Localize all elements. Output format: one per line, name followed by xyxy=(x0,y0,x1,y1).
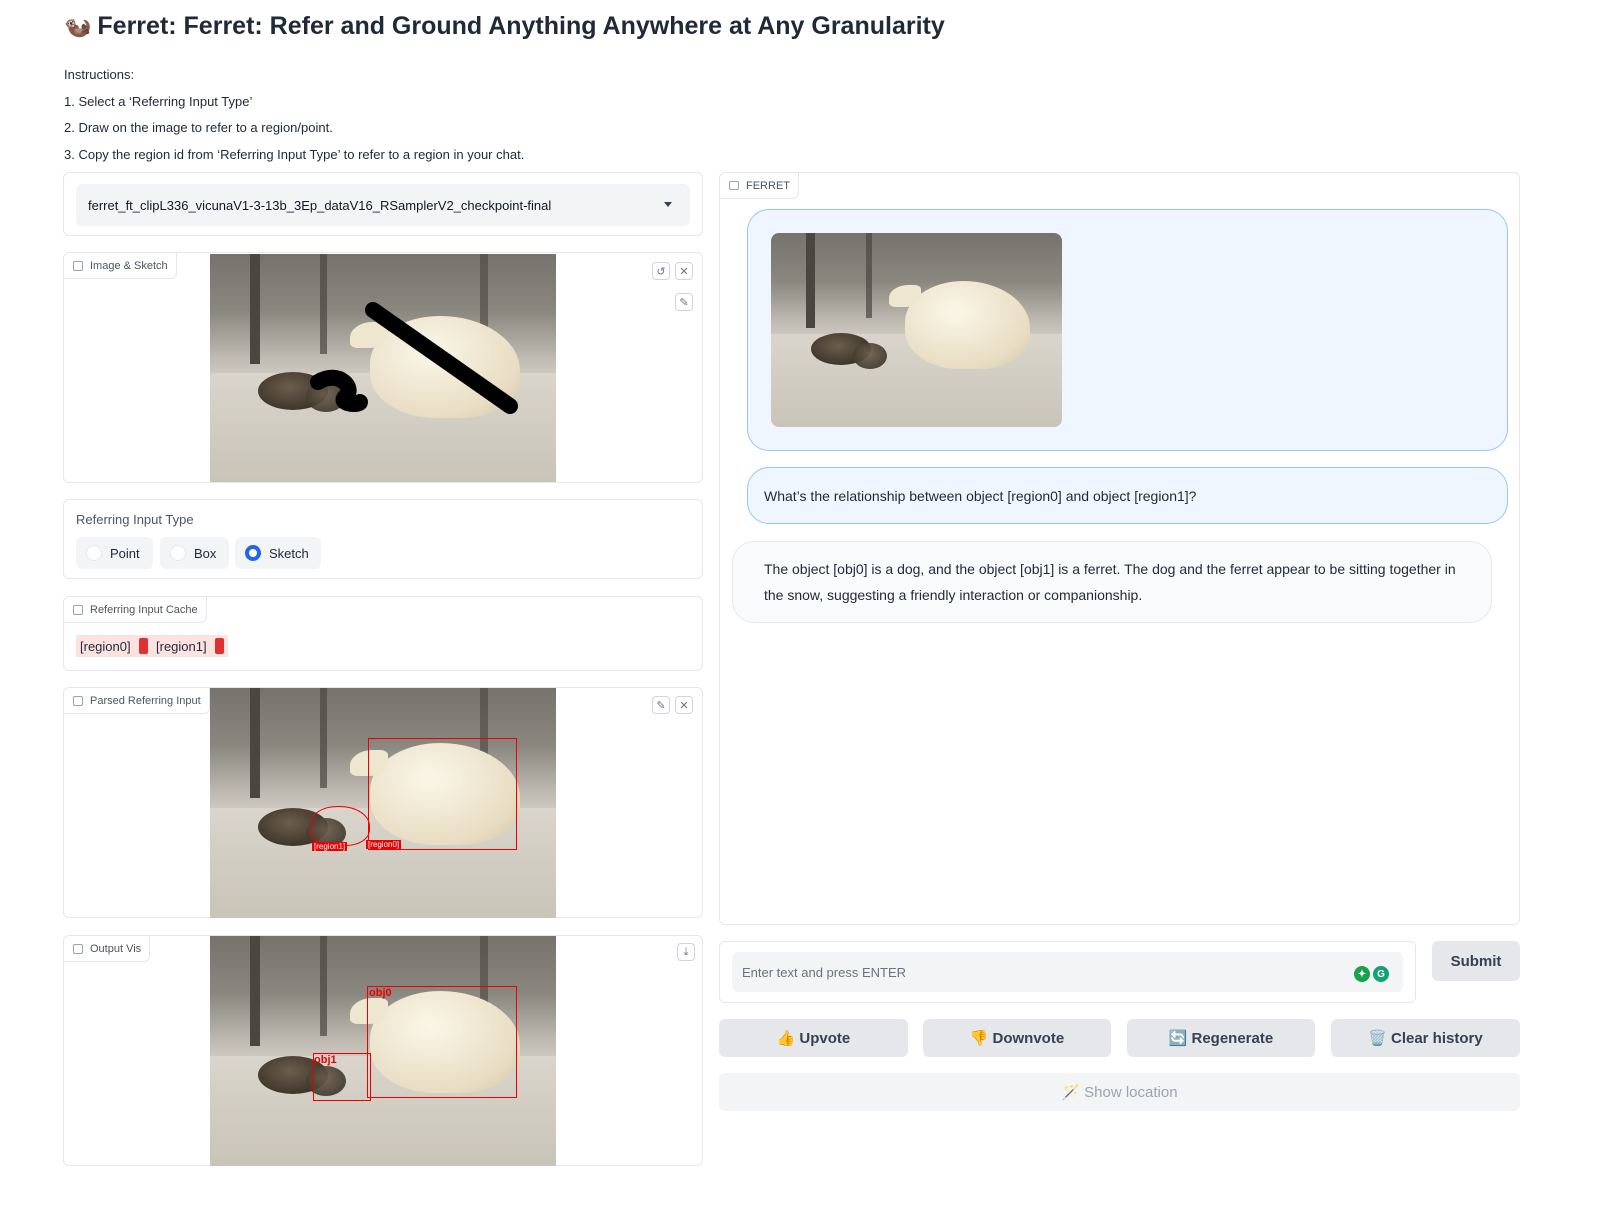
chat-icon xyxy=(729,181,739,190)
show-location-button[interactable]: 🪄 Show location xyxy=(719,1073,1520,1111)
magic-wand-icon: 🪄 xyxy=(1061,1084,1081,1101)
chat-input[interactable]: Enter text and press ENTER ✦ G xyxy=(732,952,1403,992)
obj0-tag: obj0 xyxy=(369,987,392,999)
color-swatch xyxy=(138,638,148,654)
model-select[interactable]: ferret_ft_clipL336_vicunaV1-3-13b_3Ep_da… xyxy=(76,184,690,226)
output-vis-label: Output Vis xyxy=(64,936,151,962)
page-title-text: Ferret: Ferret: Refer and Ground Anythin… xyxy=(97,12,945,40)
region1-tag: [region1] xyxy=(312,842,348,851)
thumbs-down-icon: 👎 xyxy=(969,1030,989,1047)
submit-button[interactable]: Submit xyxy=(1432,941,1520,981)
image-sketch-panel: Image & Sketch ↺ ✕ ✎ xyxy=(63,252,703,483)
obj0-box xyxy=(367,986,517,1098)
chatbot-label: FERRET xyxy=(720,173,799,199)
close-icon[interactable]: ✕ xyxy=(675,696,693,714)
user-uploaded-image xyxy=(771,233,1062,427)
instruction-step-2: 2. Draw on the image to refer to a regio… xyxy=(64,120,333,135)
page-title: 🦦 Ferret: Ferret: Refer and Ground Anyth… xyxy=(64,12,945,41)
parsed-input-panel: Parsed Referring Input [region1] [region… xyxy=(63,687,703,918)
referring-type-panel: Referring Input Type Point Box Sketch xyxy=(63,499,703,579)
ferret-icon: 🦦 xyxy=(64,13,92,39)
chevron-down-icon xyxy=(664,202,672,207)
parsed-image: [region1] [region0] xyxy=(210,688,556,918)
sketch-strokes xyxy=(310,302,518,414)
bot-message-text: The object [obj0] is a dog, and the obje… xyxy=(764,561,1456,603)
chatbot-panel: FERRET What’s the relationship between o… xyxy=(719,172,1520,925)
radio-box-dot xyxy=(170,545,186,561)
color-swatch xyxy=(214,638,224,654)
instructions-heading: Instructions: xyxy=(64,67,135,82)
user-image-message xyxy=(747,209,1508,451)
regenerate-button[interactable]: 🔄 Regenerate xyxy=(1127,1019,1315,1057)
radio-box[interactable]: Box xyxy=(160,537,229,569)
radio-point[interactable]: Point xyxy=(76,537,153,569)
trash-icon: 🗑️ xyxy=(1368,1030,1387,1047)
referring-cache-label: Referring Input Cache xyxy=(64,597,207,623)
clear-history-button[interactable]: 🗑️ Clear history xyxy=(1331,1019,1520,1057)
sketch-canvas[interactable] xyxy=(210,254,556,482)
obj1-tag: obj1 xyxy=(314,1054,337,1066)
edit-icon[interactable]: ✎ xyxy=(652,696,670,714)
cache-chip-region1[interactable]: [region1] xyxy=(152,635,228,657)
radio-sketch[interactable]: Sketch xyxy=(235,537,321,569)
model-select-value: ferret_ft_clipL336_vicunaV1-3-13b_3Ep_da… xyxy=(88,197,552,213)
user-message-text: What’s the relationship between object [… xyxy=(764,487,1197,504)
image-icon xyxy=(73,944,83,954)
user-text-message: What’s the relationship between object [… xyxy=(747,467,1508,524)
grammar-extension-icons[interactable]: ✦ G xyxy=(1354,966,1389,982)
radio-sketch-dot xyxy=(245,545,261,561)
thumbs-up-icon: 👍 xyxy=(776,1030,796,1047)
referring-cache-panel: Referring Input Cache [region0] [region1… xyxy=(63,596,703,671)
downvote-button[interactable]: 👎 Downvote xyxy=(923,1019,1111,1057)
upvote-button[interactable]: 👍 Upvote xyxy=(719,1019,908,1057)
image-icon xyxy=(73,261,83,271)
close-icon[interactable]: ✕ xyxy=(675,262,693,280)
input-panel: Enter text and press ENTER ✦ G xyxy=(719,941,1416,1003)
undo-icon[interactable]: ↺ xyxy=(652,262,670,280)
image-sketch-label: Image & Sketch xyxy=(64,253,177,279)
model-select-panel: ferret_ft_clipL336_vicunaV1-3-13b_3Ep_da… xyxy=(63,172,703,236)
chart-icon xyxy=(73,605,83,615)
brush-icon[interactable]: ✎ xyxy=(675,293,693,311)
assist-icon: ✦ xyxy=(1354,966,1370,982)
instructions: Instructions: 1. Select a ‘Referring Inp… xyxy=(64,62,524,168)
bot-message: The object [obj0] is a dog, and the obje… xyxy=(732,541,1492,623)
instruction-step-3: 3. Copy the region id from ‘Referring In… xyxy=(64,146,525,162)
chat-input-placeholder: Enter text and press ENTER xyxy=(742,964,907,980)
parsed-input-label: Parsed Referring Input xyxy=(64,688,210,714)
download-icon[interactable]: ⤓ xyxy=(677,943,695,961)
cache-chip-region0[interactable]: [region0] xyxy=(76,635,152,657)
grammarly-icon: G xyxy=(1373,966,1389,982)
region0-box xyxy=(368,738,517,850)
radio-point-dot xyxy=(86,545,102,561)
image-icon xyxy=(73,696,83,706)
output-image: obj0 obj1 xyxy=(210,936,556,1166)
referring-type-label: Referring Input Type xyxy=(76,512,194,527)
instruction-step-1: 1. Select a ‘Referring Input Type’ xyxy=(64,93,253,109)
region1-outline xyxy=(310,806,370,846)
refresh-icon: 🔄 xyxy=(1168,1030,1188,1047)
output-vis-panel: Output Vis obj0 obj1 ⤓ xyxy=(63,935,703,1166)
region0-tag: [region0] xyxy=(366,840,402,849)
